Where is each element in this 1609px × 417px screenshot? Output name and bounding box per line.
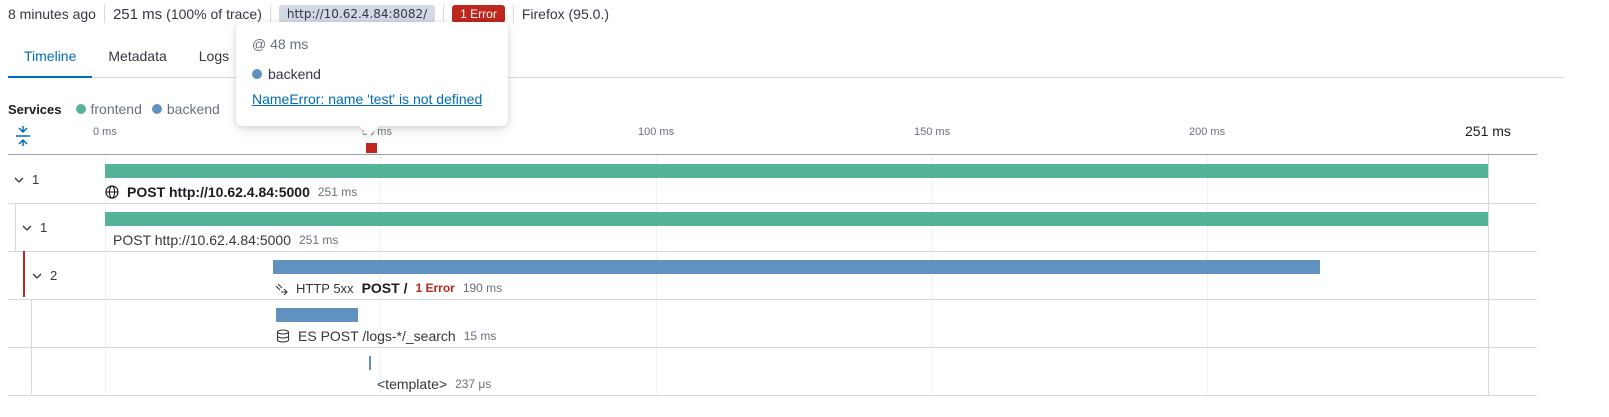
chevron-down-icon: [14, 177, 24, 183]
span-label: HTTP 5xx POST / 1 Error 190 ms: [275, 280, 502, 296]
row-toggle[interactable]: 2: [32, 268, 57, 283]
axis-tick: 200 ms: [1189, 126, 1226, 138]
axis-tick: 150 ms: [914, 126, 951, 138]
tree-line: [15, 204, 16, 252]
span-bar[interactable]: [105, 164, 1488, 178]
chevron-down-icon: [32, 273, 42, 279]
chevron-down-icon: [22, 225, 32, 231]
span-label: POST http://10.62.4.84:5000 251 ms: [105, 184, 357, 200]
user-agent: Firefox (95.0.): [521, 6, 609, 22]
trace-percentage: (100% of trace): [166, 6, 262, 22]
child-count: 1: [40, 220, 48, 235]
span-row[interactable]: <template> 237 μs: [8, 348, 1537, 396]
tree-line: [31, 300, 32, 348]
span-bar[interactable]: [105, 212, 1488, 226]
divider: [512, 5, 514, 23]
row-toggle[interactable]: 1: [22, 220, 47, 235]
frontend-dot-icon: [75, 104, 86, 114]
http-icon: [275, 282, 288, 295]
error-marker[interactable]: [366, 143, 377, 153]
row-toggle[interactable]: 1: [14, 172, 39, 187]
error-badge[interactable]: 1 Error: [452, 5, 505, 23]
span-name: ES POST /logs-*/_search: [298, 328, 456, 344]
span-row[interactable]: 1 POST http://10.62.4.84:5000 251 ms: [8, 156, 1537, 204]
divider: [443, 5, 445, 23]
span-name: POST /: [361, 280, 408, 296]
span-row[interactable]: ES POST /logs-*/_search 15 ms: [8, 300, 1537, 348]
legend-title: Services: [8, 101, 62, 117]
span-name: <template>: [377, 376, 448, 392]
legend-item-backend: backend: [151, 101, 220, 117]
legend-label: backend: [166, 101, 220, 117]
span-label: <template> 237 μs: [377, 376, 491, 392]
span-row[interactable]: 1 POST http://10.62.4.84:5000 251 ms: [8, 204, 1537, 252]
span-bar[interactable]: [369, 356, 372, 370]
span-duration: 251 ms: [298, 233, 339, 247]
tab-timeline[interactable]: Timeline: [8, 38, 93, 78]
error-indicator-line: [23, 251, 25, 297]
axis-line: [8, 154, 1537, 155]
url-badge[interactable]: http://10.62.4.84:8082/: [278, 5, 436, 23]
span-name: POST http://10.62.4.84:5000: [127, 184, 310, 200]
span-bar[interactable]: [273, 260, 1320, 274]
axis-tick: 0 ms: [93, 126, 117, 138]
span-name: POST http://10.62.4.84:5000: [113, 232, 291, 248]
span-duration: 251 ms: [317, 185, 358, 199]
divider: [103, 5, 105, 23]
tree-line: [31, 348, 32, 394]
popover-service-name: backend: [268, 66, 321, 82]
span-duration: 15 ms: [463, 329, 497, 343]
database-icon: [276, 329, 290, 343]
span-error-badge[interactable]: 1 Error: [415, 281, 454, 295]
backend-dot-icon: [151, 104, 162, 114]
error-message-link[interactable]: NameError: name 'test' is not defined: [252, 91, 482, 107]
legend-item-frontend: frontend: [75, 101, 142, 117]
legend-label: frontend: [90, 101, 142, 117]
error-popover: @ 48 ms backend NameError: name 'test' i…: [236, 22, 508, 136]
trace-duration: 251 ms: [112, 5, 163, 23]
http-status: HTTP 5xx: [296, 280, 354, 296]
child-count: 2: [50, 268, 58, 283]
axis-max-label: 251 ms: [1465, 123, 1511, 139]
span-duration: 237 μs: [455, 377, 492, 391]
span-label: POST http://10.62.4.84:5000 251 ms: [113, 232, 338, 248]
collapse-all-icon[interactable]: [14, 126, 32, 146]
divider: [269, 5, 271, 23]
span-row[interactable]: 2 HTTP 5xx POST / 1 Error 190 ms: [8, 252, 1537, 300]
popover-service: backend: [252, 66, 492, 82]
popover-time: @ 48 ms: [252, 36, 309, 52]
span-label: ES POST /logs-*/_search 15 ms: [276, 328, 496, 344]
timestamp: 8 minutes ago: [8, 6, 96, 22]
axis-tick: 100 ms: [638, 126, 675, 138]
globe-icon: [105, 185, 119, 199]
tab-metadata[interactable]: Metadata: [92, 38, 182, 78]
service-dot-icon: [252, 69, 262, 79]
span-duration: 190 ms: [462, 281, 503, 295]
span-bar[interactable]: [275, 308, 359, 322]
services-legend: Services frontend backend: [8, 101, 230, 117]
child-count: 1: [32, 172, 40, 187]
